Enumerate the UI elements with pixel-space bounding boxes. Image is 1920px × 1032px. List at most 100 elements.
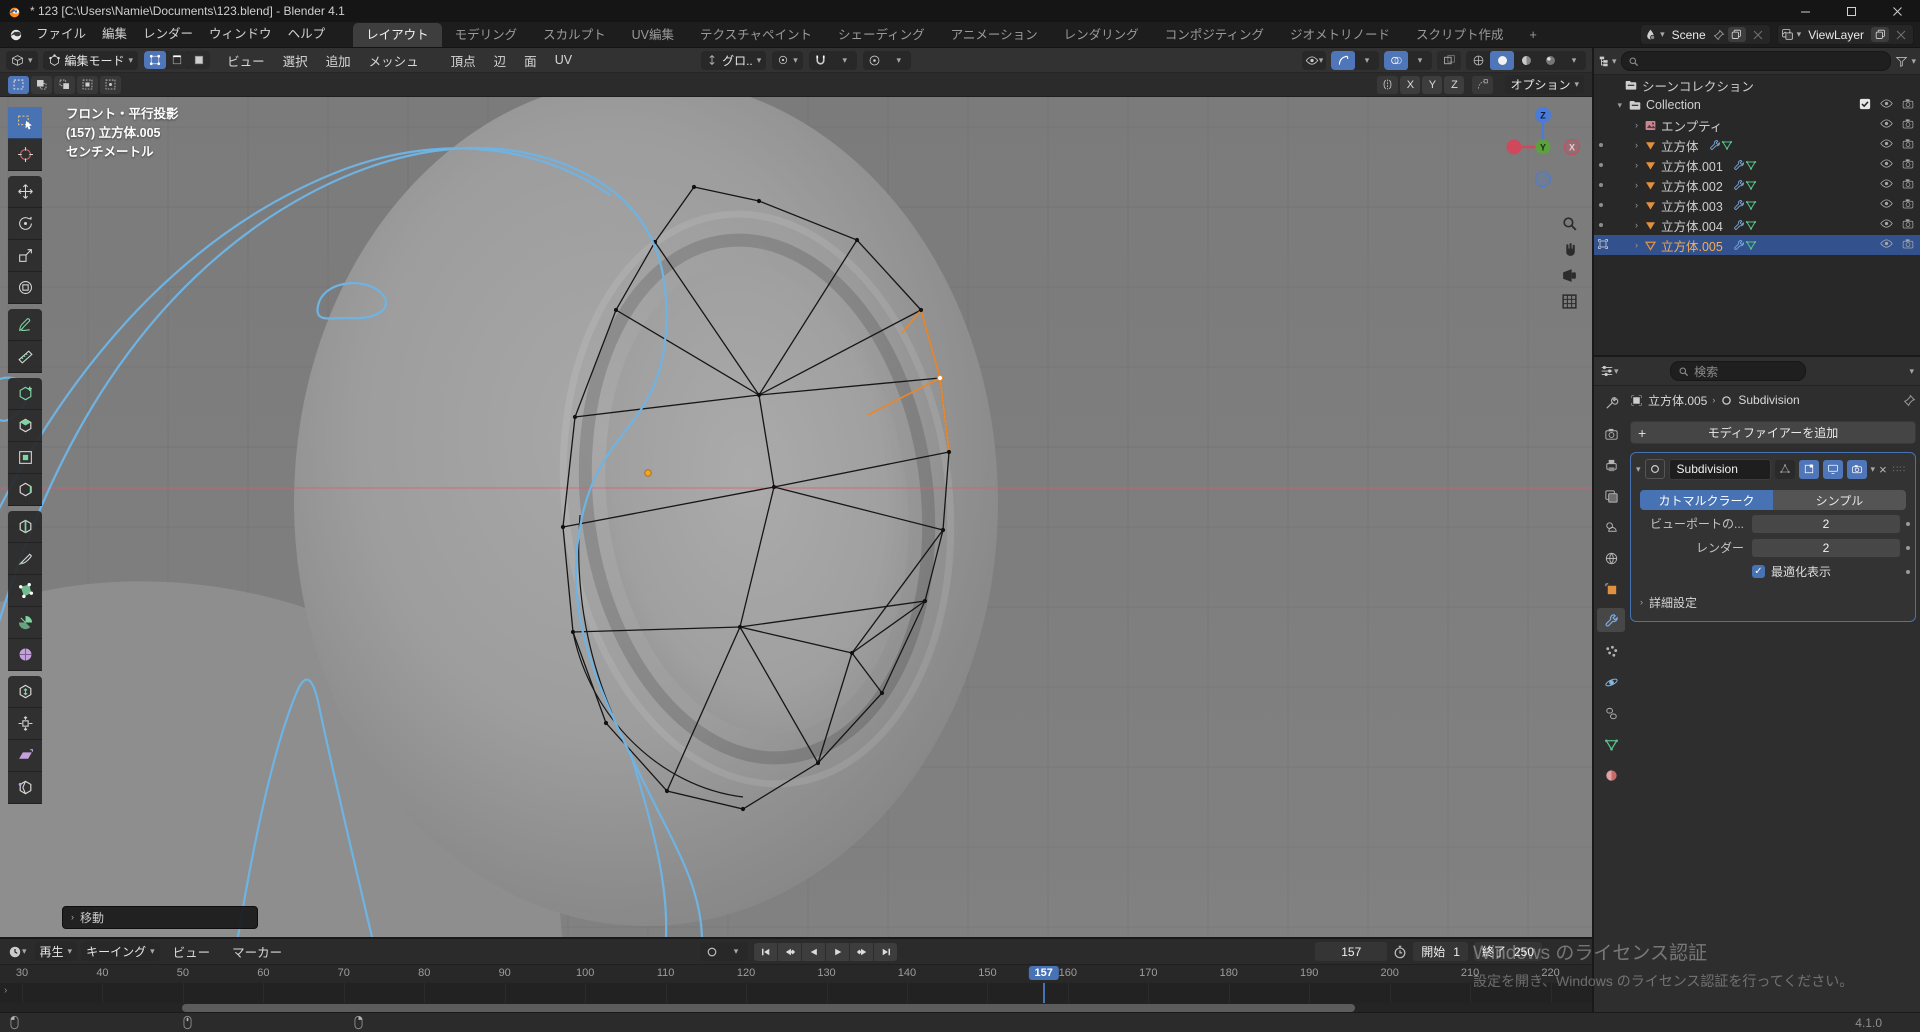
gizmo-minus-z-axis[interactable] xyxy=(1536,172,1551,187)
workspace-tab[interactable]: コンポジティング xyxy=(1152,23,1277,47)
chevron-down-icon[interactable]: ▾ xyxy=(1636,465,1641,474)
playhead-badge[interactable]: 157 xyxy=(1029,966,1059,980)
properties-editor-icon[interactable] xyxy=(1600,364,1614,378)
modifier-name-field[interactable]: Subdivision xyxy=(1669,459,1771,480)
eye-icon[interactable] xyxy=(1880,198,1893,212)
snap-target-toggle[interactable] xyxy=(1472,76,1493,94)
mirror-toggle[interactable] xyxy=(1377,76,1398,94)
tool-cursor[interactable] xyxy=(8,139,42,171)
drag-handle-icon[interactable]: ∷∷ xyxy=(1893,464,1906,475)
subdivision-type-inactive[interactable]: シンプル xyxy=(1773,490,1906,510)
properties-tab-physics[interactable] xyxy=(1597,670,1625,694)
operator-panel[interactable]: › 移動 xyxy=(62,906,258,929)
eye-icon[interactable] xyxy=(1880,218,1893,232)
transform-orientation-dropdown[interactable]: グロ.. ▾ xyxy=(701,51,766,70)
options-dropdown[interactable]: オプション ▾ xyxy=(1505,75,1584,94)
viewport-menu-面[interactable]: 面 xyxy=(515,51,546,70)
delete-scene-button[interactable] xyxy=(1749,27,1767,42)
camera-view-icon[interactable] xyxy=(1561,267,1578,284)
viewport-canvas[interactable] xyxy=(0,97,1592,937)
pivot-point-dropdown[interactable]: ▾ xyxy=(772,51,803,70)
proportional-dropdown[interactable]: ▾ xyxy=(887,51,911,70)
timeline-scrollbar-thumb[interactable] xyxy=(182,1004,1355,1012)
frame-end-field[interactable]: 終了 250 xyxy=(1474,942,1542,961)
tool-transform[interactable] xyxy=(8,272,42,304)
timeline-expander[interactable]: › xyxy=(4,985,7,996)
viewport-menu-ビュー[interactable]: ビュー xyxy=(218,51,274,70)
viewport-menu-頂点[interactable]: 頂点 xyxy=(442,51,485,70)
timeline-menu-キーイング[interactable]: キーイング▾ xyxy=(81,942,160,961)
tool-move[interactable] xyxy=(8,176,42,208)
pin-icon[interactable] xyxy=(1903,394,1916,407)
workspace-tab[interactable]: UV編集 xyxy=(619,23,687,47)
select-op-set[interactable] xyxy=(8,76,29,94)
workspace-tab[interactable]: ジオメトリノード xyxy=(1277,23,1403,47)
outliner-search-input[interactable] xyxy=(1621,51,1892,71)
timeline-menu-マーカー[interactable]: マーカー xyxy=(223,942,291,961)
menu-ファイル[interactable]: ファイル xyxy=(28,22,94,47)
play-reverse-button[interactable] xyxy=(802,943,825,961)
camera-icon[interactable] xyxy=(1902,198,1914,212)
view-layer-name[interactable]: ViewLayer xyxy=(1804,28,1868,42)
select-mode-face[interactable] xyxy=(188,51,210,69)
tool-bevel[interactable] xyxy=(8,474,42,506)
properties-tab-modifiers[interactable] xyxy=(1597,608,1625,632)
outliner-row-collection[interactable]: ▾Collection xyxy=(1594,95,1920,115)
eye-icon[interactable] xyxy=(1880,238,1893,252)
outliner-row-scene-collection[interactable]: シーンコレクション xyxy=(1594,75,1920,95)
mode-dropdown[interactable]: 編集モード ▾ xyxy=(43,51,139,70)
timeline-ruler[interactable]: 3040506070809010011012013014015016017018… xyxy=(0,964,1592,983)
close-button[interactable] xyxy=(1874,0,1920,22)
viewport-menu-辺[interactable]: 辺 xyxy=(485,51,516,70)
tool-spin[interactable] xyxy=(8,607,42,639)
pan-hand-icon[interactable] xyxy=(1561,241,1578,258)
workspace-tab[interactable]: スクリプト作成 xyxy=(1403,23,1517,47)
select-mode-vertex[interactable] xyxy=(144,51,166,69)
overlays-dropdown[interactable]: ▾ xyxy=(1408,51,1432,70)
eye-icon[interactable] xyxy=(1880,178,1893,192)
tool-edge-slide[interactable] xyxy=(8,676,42,708)
tool-rip-region[interactable] xyxy=(8,772,42,804)
viewport-3d[interactable]: フロント・平行投影 (157) 立方体.005 センチメートル Z X Y › … xyxy=(0,97,1592,937)
outliner-row-object[interactable]: ›立方体.003 xyxy=(1594,195,1920,215)
camera-icon[interactable] xyxy=(1902,98,1914,112)
properties-tab-object-data[interactable] xyxy=(1597,732,1625,756)
camera-icon[interactable] xyxy=(1902,158,1914,172)
gizmo-minus-x-axis[interactable] xyxy=(1507,140,1522,155)
workspace-tab[interactable]: シェーディング xyxy=(825,23,938,47)
camera-icon[interactable] xyxy=(1902,118,1914,132)
properties-tab-particles[interactable] xyxy=(1597,639,1625,663)
timeline-menu-ビュー[interactable]: ビュー xyxy=(164,942,220,961)
tool-knife[interactable] xyxy=(8,543,42,575)
tool-select-box[interactable] xyxy=(8,107,42,139)
remove-view-layer-button[interactable] xyxy=(1892,27,1910,42)
select-op-intersect[interactable] xyxy=(100,76,121,94)
snap-toggle[interactable] xyxy=(809,51,833,70)
jump-to-start-button[interactable] xyxy=(754,943,777,961)
animate-dot-icon[interactable] xyxy=(1906,522,1910,526)
properties-tab-constraints[interactable] xyxy=(1597,701,1625,725)
breadcrumb-object[interactable]: 立方体.005 xyxy=(1648,392,1707,409)
object-origin-dot[interactable] xyxy=(645,470,651,476)
ortho-grid-icon[interactable] xyxy=(1561,293,1578,310)
outliner-row-object[interactable]: ›立方体.004 xyxy=(1594,215,1920,235)
properties-search-input[interactable]: 検索 xyxy=(1670,361,1806,381)
checkbox-icon[interactable] xyxy=(1859,98,1871,113)
new-view-layer-button[interactable] xyxy=(1871,27,1889,42)
auto-keying-dropdown[interactable]: ▾ xyxy=(724,942,748,961)
properties-tab-scene[interactable] xyxy=(1597,515,1625,539)
tool-shrink-fatten[interactable] xyxy=(8,708,42,740)
eye-icon[interactable] xyxy=(1880,98,1893,112)
mirror-z-toggle[interactable]: Z xyxy=(1444,76,1464,94)
playhead-line[interactable] xyxy=(1043,983,1045,1003)
properties-tab-object[interactable] xyxy=(1597,577,1625,601)
properties-tab-view-layer[interactable] xyxy=(1597,484,1625,508)
jump-to-end-button[interactable] xyxy=(874,943,897,961)
mirror-x-toggle[interactable]: X xyxy=(1400,76,1420,94)
navigation-gizmo[interactable]: Z X Y xyxy=(1504,101,1582,204)
editor-type-button[interactable]: ▾ xyxy=(6,51,38,70)
properties-tab-world[interactable] xyxy=(1597,546,1625,570)
workspace-tab[interactable]: スカルプト xyxy=(530,23,619,47)
blender-menu-icon[interactable] xyxy=(8,26,24,42)
tool-rotate[interactable] xyxy=(8,208,42,240)
